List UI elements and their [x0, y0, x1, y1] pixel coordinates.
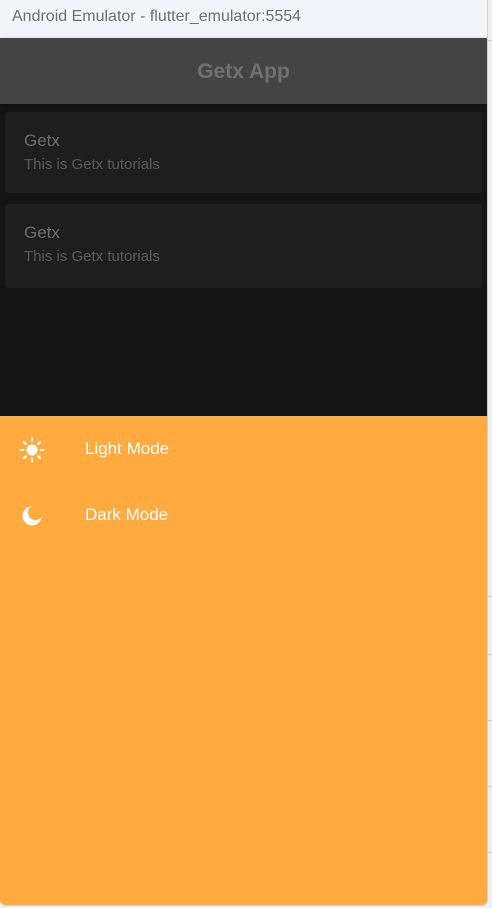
dark-mode-option[interactable]: Dark Mode	[0, 488, 487, 544]
list-item-subtitle: This is Getx tutorials	[24, 248, 160, 265]
moon-icon	[18, 502, 46, 530]
theme-bottom-sheet: Light Mode Dark Mode	[0, 416, 487, 905]
list-item[interactable]: Getx This is Getx tutorials	[5, 112, 482, 193]
list-item[interactable]: Getx This is Getx tutorials	[5, 204, 482, 288]
window-title: Android Emulator - flutter_emulator:5554	[0, 0, 487, 38]
background-divider	[488, 852, 492, 853]
emulator-window: Android Emulator - flutter_emulator:5554…	[0, 0, 488, 906]
background-divider	[488, 596, 492, 597]
list-item-subtitle: This is Getx tutorials	[24, 156, 160, 173]
light-mode-label: Light Mode	[85, 439, 170, 458]
light-mode-option[interactable]: Light Mode	[0, 422, 487, 478]
background-divider	[488, 720, 492, 721]
sun-icon	[18, 436, 46, 464]
dark-mode-label: Dark Mode	[85, 505, 169, 524]
app-bar: Getx App	[0, 38, 487, 104]
app-screen: Getx App Getx This is Getx tutorials Get…	[0, 38, 487, 416]
app-bar-title: Getx App	[197, 60, 290, 83]
background-divider	[488, 40, 492, 41]
list-item-title: Getx	[24, 223, 60, 242]
background-divider	[488, 654, 492, 655]
background-divider	[488, 786, 492, 787]
list-item-title: Getx	[24, 131, 60, 150]
